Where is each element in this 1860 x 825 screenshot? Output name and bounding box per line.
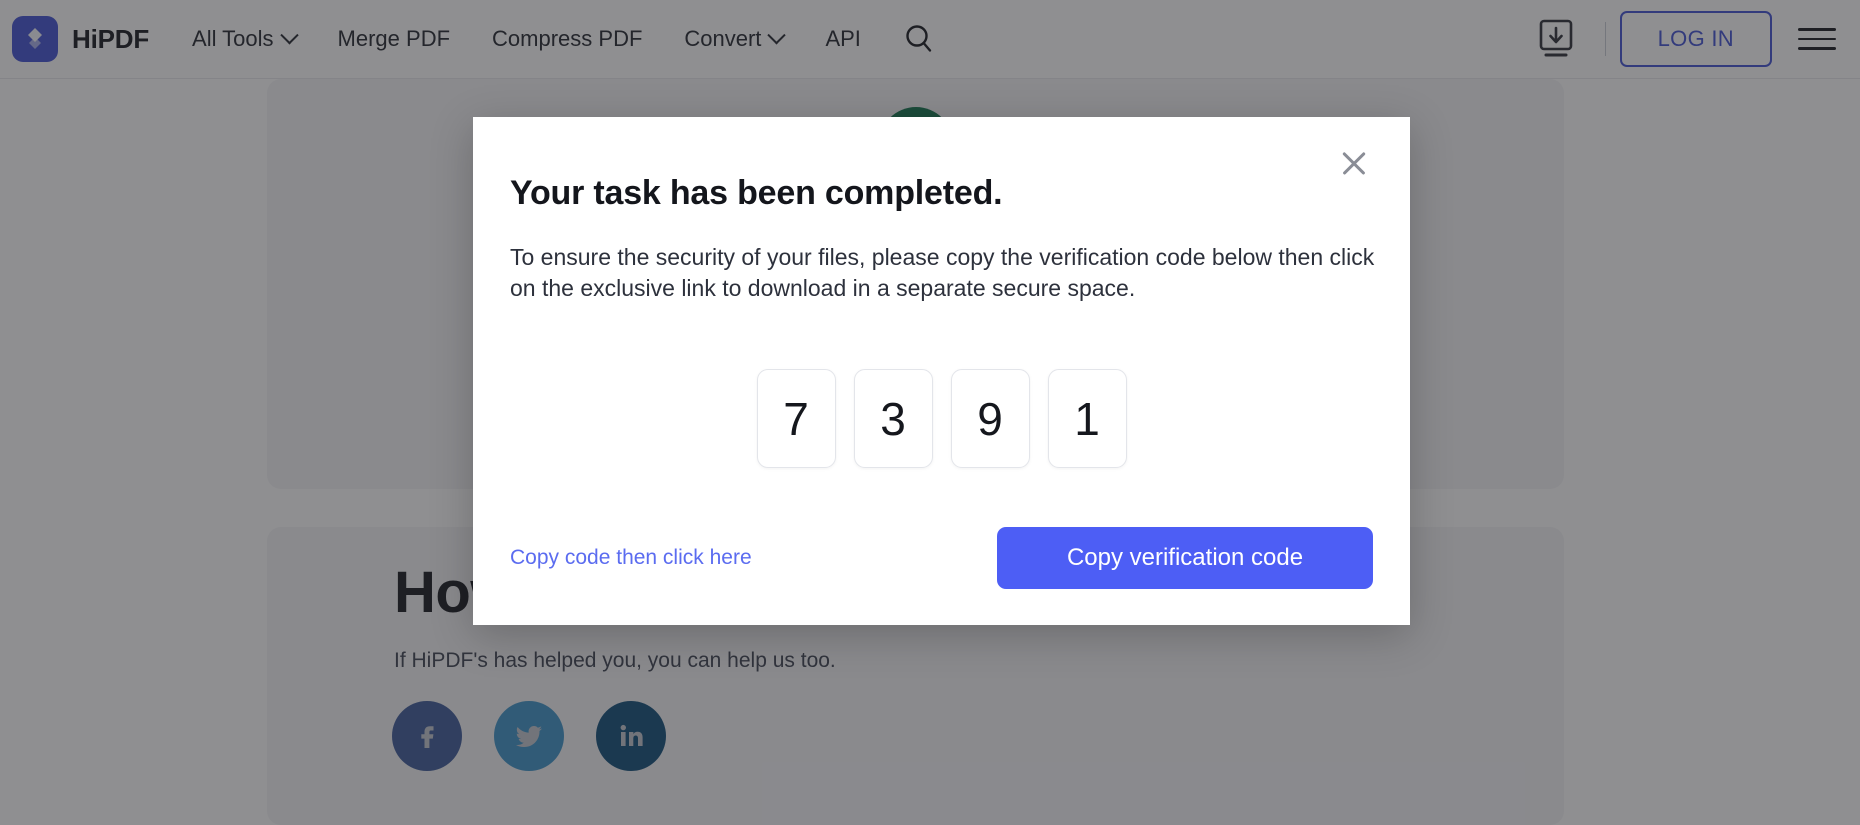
code-digit-2[interactable]: 3: [853, 369, 933, 468]
code-digit-4[interactable]: 1: [1047, 369, 1127, 468]
modal-title: Your task has been completed.: [510, 174, 1003, 212]
copy-code-then-click-here-link[interactable]: Copy code then click here: [510, 546, 752, 570]
verification-modal: Your task has been completed. To ensure …: [473, 117, 1410, 625]
modal-footer: Copy code then click here Copy verificat…: [510, 525, 1373, 591]
close-icon[interactable]: [1332, 141, 1376, 185]
code-digit-3[interactable]: 9: [950, 369, 1030, 468]
code-digit-1[interactable]: 7: [756, 369, 836, 468]
modal-body-text: To ensure the security of your files, pl…: [510, 244, 1375, 301]
verification-code-group: 7 3 9 1: [473, 369, 1410, 468]
copy-verification-code-button[interactable]: Copy verification code: [997, 527, 1373, 589]
